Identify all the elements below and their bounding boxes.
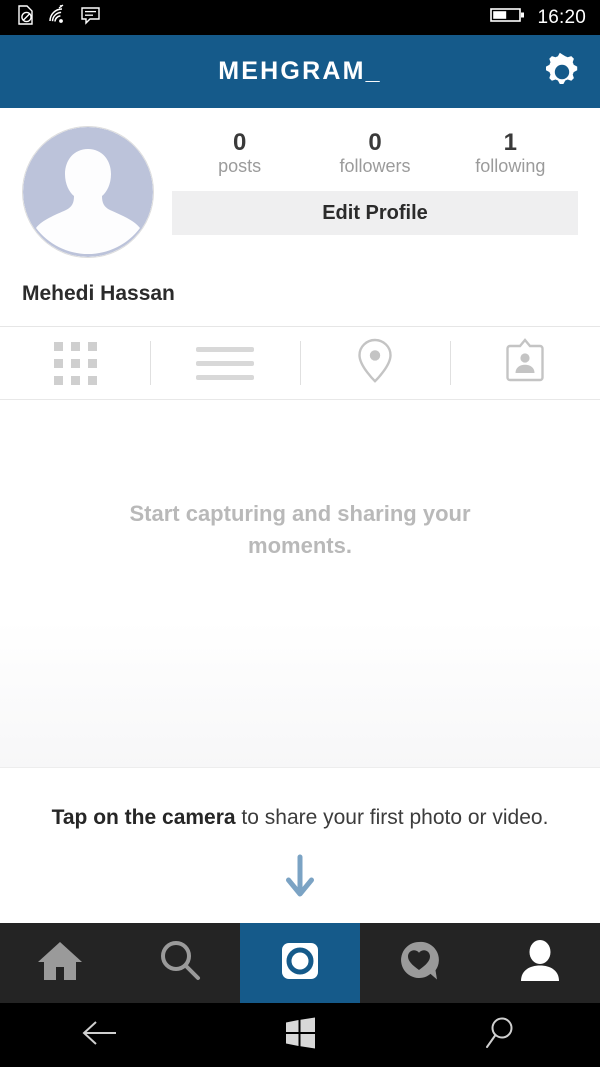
- camera-hint-rest: to share your first photo or video.: [235, 805, 549, 829]
- app-header: MEHGRAM_: [0, 35, 600, 108]
- status-bar-clock: 16:20: [537, 6, 586, 28]
- camera-icon: [276, 937, 324, 990]
- home-icon: [35, 938, 85, 989]
- edit-profile-button[interactable]: Edit Profile: [172, 191, 578, 236]
- nav-profile[interactable]: [480, 923, 600, 1003]
- search-icon: [156, 937, 204, 990]
- wifi-icon: [47, 4, 69, 31]
- profile-section: 0 posts 0 followers 1 following Edit Pro…: [0, 108, 600, 326]
- nav-search[interactable]: [120, 923, 240, 1003]
- empty-feed-area: Start capturing and sharing your moments…: [0, 400, 600, 767]
- profile-full-name: Mehedi Hassan: [22, 282, 175, 305]
- stat-following[interactable]: 1 following: [443, 130, 578, 177]
- status-bar-left-icons: [16, 4, 101, 31]
- camera-hint-section: Tap on the camera to share your first ph…: [0, 766, 600, 923]
- no-sim-icon: [16, 4, 36, 31]
- location-pin-icon: [354, 337, 396, 390]
- grid-icon: [53, 341, 97, 385]
- profile-top-row: 0 posts 0 followers 1 following Edit Pro…: [22, 126, 578, 258]
- stat-value: 1: [503, 129, 517, 156]
- status-bar-right: 16:20: [490, 6, 586, 29]
- back-arrow-icon: [80, 1018, 120, 1053]
- nav-activity[interactable]: [360, 923, 480, 1003]
- tab-map-view[interactable]: [300, 327, 450, 399]
- page-title: MEHGRAM_: [218, 57, 382, 85]
- stat-label: following: [475, 156, 546, 177]
- arrow-down-icon: [34, 853, 566, 901]
- system-start-button[interactable]: [255, 1003, 345, 1067]
- windows-logo-icon: [284, 1017, 316, 1054]
- stat-posts[interactable]: 0 posts: [172, 130, 307, 177]
- profile-tab-strip: [0, 326, 600, 400]
- tagged-photos-icon: [502, 337, 548, 390]
- stat-label: posts: [218, 156, 262, 177]
- search-icon: [484, 1016, 516, 1055]
- stat-followers[interactable]: 0 followers: [307, 130, 442, 177]
- camera-hint-bold: Tap on the camera: [51, 805, 236, 829]
- tab-tagged-view[interactable]: [450, 327, 600, 399]
- status-bar: 16:20: [0, 0, 600, 35]
- stats-row: 0 posts 0 followers 1 following: [172, 130, 578, 177]
- avatar[interactable]: [22, 126, 154, 258]
- phone-screen: 16:20 MEHGRAM_ 0 posts 0 followers 1 fol…: [0, 0, 600, 1067]
- nav-camera[interactable]: [240, 923, 360, 1003]
- nav-home[interactable]: [0, 923, 120, 1003]
- system-nav-bar: [0, 1003, 600, 1067]
- message-icon: [80, 5, 101, 31]
- empty-state-message: Start capturing and sharing your moments…: [129, 501, 471, 558]
- system-search-button[interactable]: [455, 1003, 545, 1067]
- stat-value: 0: [232, 129, 247, 156]
- tab-list-view[interactable]: [150, 327, 300, 399]
- camera-hint-text: Tap on the camera to share your first ph…: [34, 802, 566, 834]
- system-back-button[interactable]: [55, 1003, 145, 1067]
- tab-grid-view[interactable]: [0, 327, 150, 399]
- profile-stats-and-actions: 0 posts 0 followers 1 following Edit Pro…: [172, 126, 578, 236]
- person-icon: [518, 938, 562, 989]
- battery-icon: [490, 6, 526, 29]
- list-icon: [196, 346, 254, 380]
- heart-bubble-icon: [396, 937, 444, 990]
- stat-value: 0: [368, 129, 382, 156]
- app-bottom-nav: [0, 923, 600, 1003]
- stat-label: followers: [339, 156, 411, 177]
- gear-icon[interactable]: [538, 48, 586, 96]
